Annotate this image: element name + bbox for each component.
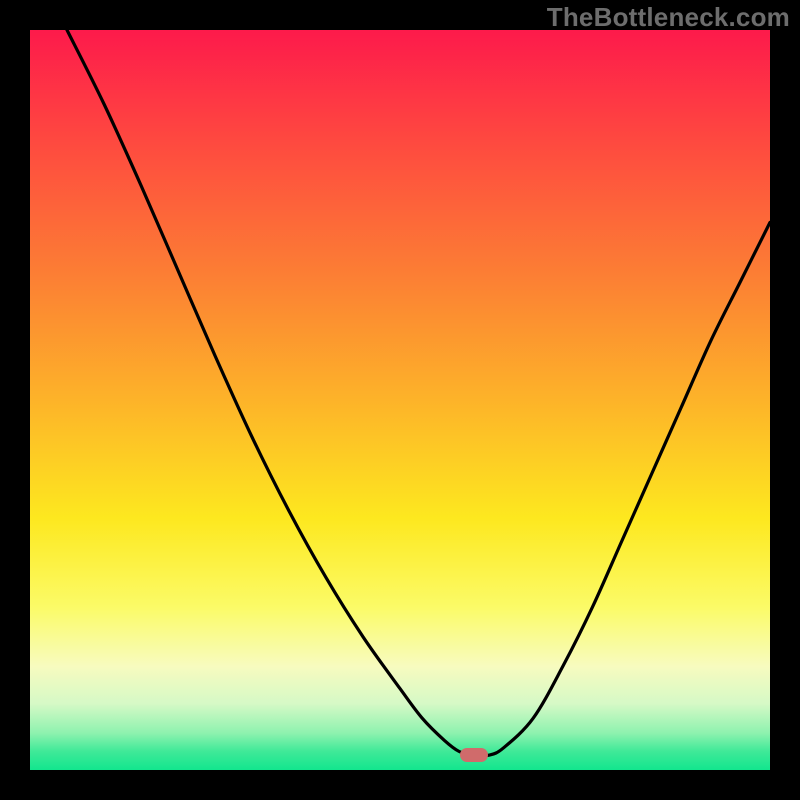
bottleneck-curve	[67, 30, 770, 756]
plot-area	[30, 30, 770, 770]
chart-frame: TheBottleneck.com	[0, 0, 800, 800]
watermark-text: TheBottleneck.com	[547, 2, 790, 33]
bottleneck-marker	[460, 748, 488, 762]
curve-layer	[30, 30, 770, 770]
